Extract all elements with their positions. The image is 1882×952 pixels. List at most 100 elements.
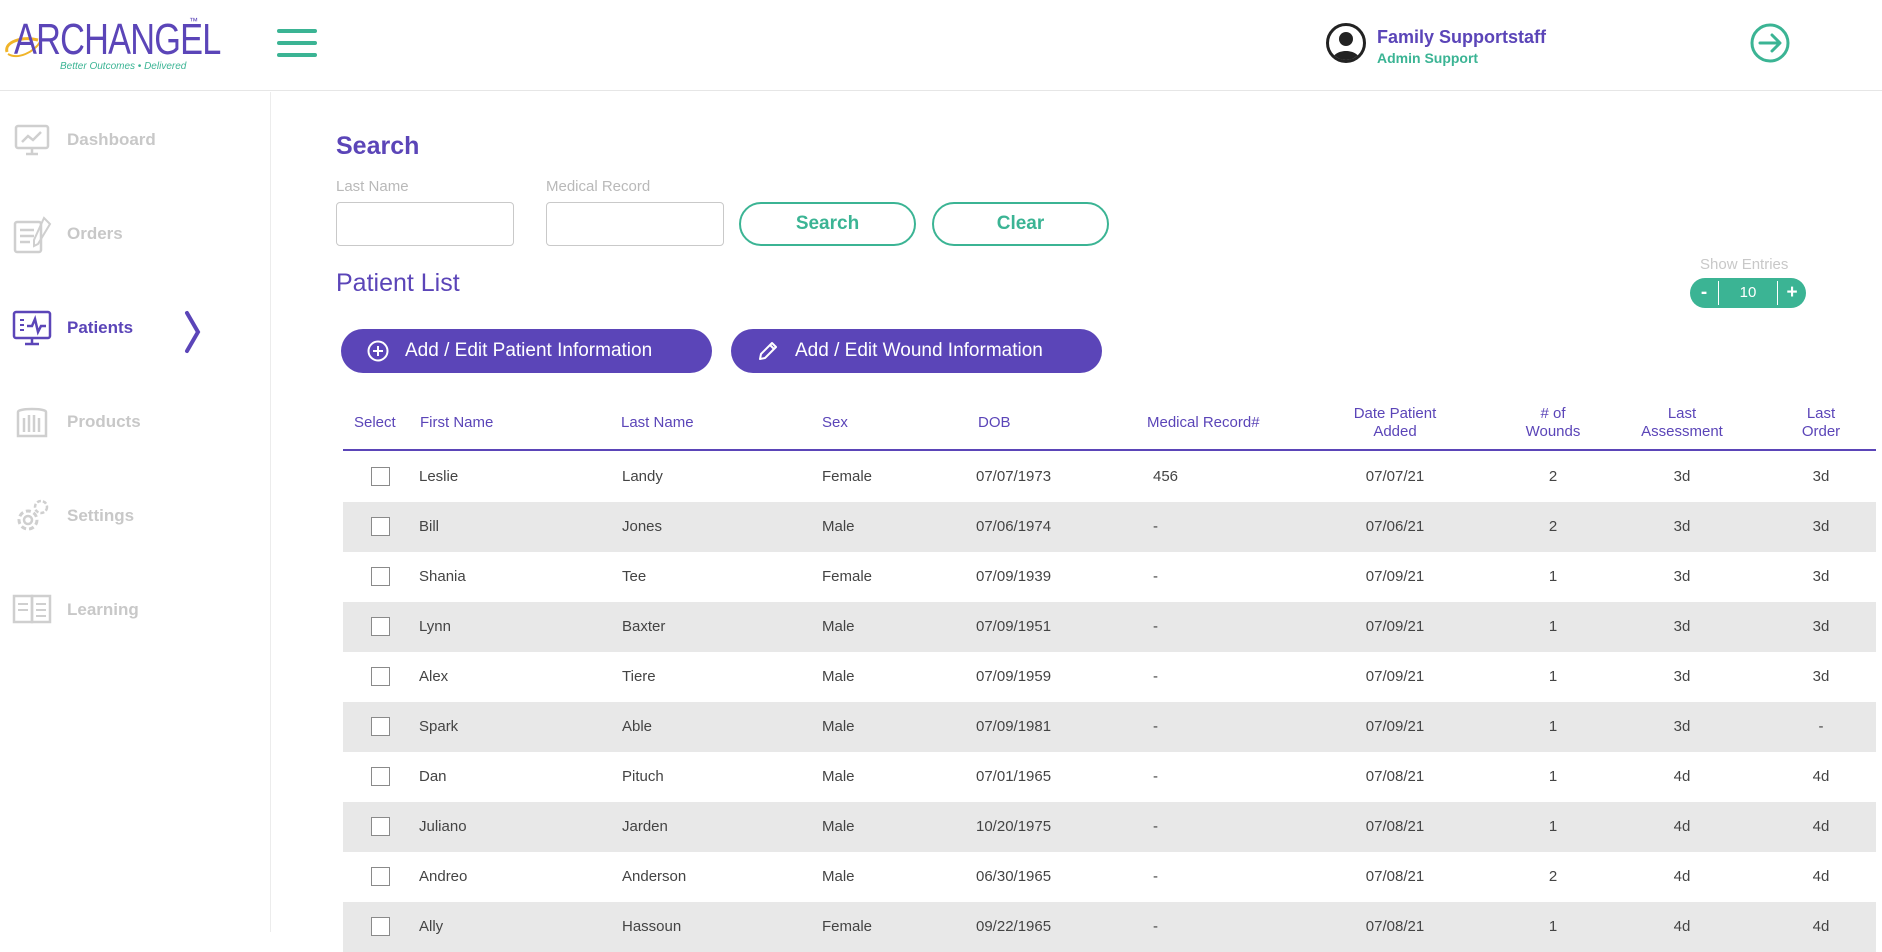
- orders-icon: [13, 216, 52, 254]
- logo-tagline: Better Outcomes • Delivered: [60, 61, 187, 72]
- entries-decrement-button[interactable]: -: [1690, 282, 1718, 304]
- sidebar-item-settings[interactable]: Settings: [0, 488, 270, 548]
- cell-dob: 06/30/1965: [976, 868, 1052, 885]
- sidebar: Dashboard Orders Patients Products Setti…: [0, 92, 271, 932]
- cell-last-assessment: 4d: [1673, 768, 1691, 785]
- row-select-checkbox[interactable]: [371, 567, 390, 586]
- cell-last-order: 4d: [1812, 818, 1830, 835]
- top-header: ARCHANGEL ™ Better Outcomes • Delivered …: [0, 0, 1882, 91]
- cell-sex: Male: [822, 868, 855, 885]
- sidebar-item-orders[interactable]: Orders: [0, 206, 270, 266]
- table-row[interactable]: Juliano Jarden Male 10/20/1975 - 07/08/2…: [343, 802, 1876, 852]
- sidebar-item-products[interactable]: Products: [0, 394, 270, 454]
- entries-value[interactable]: 10: [1718, 281, 1778, 305]
- cell-medical-record: -: [1153, 918, 1158, 935]
- row-select-checkbox[interactable]: [371, 767, 390, 786]
- row-select-checkbox[interactable]: [371, 817, 390, 836]
- cell-medical-record: -: [1153, 618, 1158, 635]
- cell-medical-record: 456: [1153, 468, 1179, 485]
- cell-wounds: 1: [1548, 718, 1558, 735]
- column-header-first-name[interactable]: First Name: [420, 396, 493, 449]
- user-avatar-icon: [1326, 23, 1366, 63]
- table-row[interactable]: Lynn Baxter Male 07/09/1951 - 07/09/21 1…: [343, 602, 1876, 652]
- cell-last-name: Anderson: [622, 868, 687, 885]
- column-header-date-added[interactable]: Date Patient Added: [1330, 396, 1460, 449]
- cell-date-added: 07/09/21: [1365, 618, 1425, 635]
- row-select-checkbox[interactable]: [371, 467, 390, 486]
- column-header-line: Assessment: [1641, 422, 1723, 440]
- table-row[interactable]: Bill Jones Male 07/06/1974 - 07/06/21 2 …: [343, 502, 1876, 552]
- hamburger-bar: [277, 41, 317, 45]
- table-row[interactable]: Dan Pituch Male 07/01/1965 - 07/08/21 1 …: [343, 752, 1876, 802]
- medical-record-input[interactable]: [546, 202, 724, 246]
- add-edit-patient-button[interactable]: Add / Edit Patient Information: [341, 329, 712, 373]
- cell-wounds: 1: [1548, 568, 1558, 585]
- sidebar-item-label: Learning: [67, 600, 139, 619]
- entries-stepper: - 10 +: [1690, 278, 1806, 308]
- pencil-icon: [759, 342, 777, 360]
- cell-first-name: Andreo: [419, 868, 468, 885]
- cell-first-name: Juliano: [419, 818, 467, 835]
- sidebar-item-label: Patients: [67, 318, 134, 337]
- cell-date-added: 07/08/21: [1365, 868, 1425, 885]
- table-row[interactable]: Spark Able Male 07/09/1981 - 07/09/21 1 …: [343, 702, 1876, 752]
- row-select-checkbox[interactable]: [371, 917, 390, 936]
- cell-sex: Female: [822, 918, 873, 935]
- column-header-dob[interactable]: DOB: [978, 396, 1011, 449]
- cell-last-name: Tee: [622, 568, 647, 585]
- hamburger-menu-button[interactable]: [277, 29, 317, 59]
- cell-last-assessment: 3d: [1673, 718, 1691, 735]
- cell-last-assessment: 3d: [1673, 668, 1691, 685]
- user-name: Family Supportstaff: [1377, 27, 1547, 47]
- cell-dob: 07/09/1939: [976, 568, 1052, 585]
- column-header-line: Wounds: [1525, 422, 1581, 440]
- column-header-last-assessment[interactable]: Last Assessment: [1627, 396, 1737, 449]
- table-row[interactable]: Andreo Anderson Male 06/30/1965 - 07/08/…: [343, 852, 1876, 902]
- cell-dob: 09/22/1965: [976, 918, 1052, 935]
- user-role: Admin Support: [1377, 50, 1479, 66]
- search-button[interactable]: Search: [739, 202, 916, 246]
- cell-medical-record: -: [1153, 868, 1158, 885]
- column-header-sex[interactable]: Sex: [822, 396, 848, 449]
- cell-sex: Male: [822, 718, 855, 735]
- cell-wounds: 1: [1548, 668, 1558, 685]
- cell-last-order: 3d: [1812, 468, 1830, 485]
- column-header-medical-record[interactable]: Medical Record#: [1147, 396, 1260, 449]
- cell-medical-record: -: [1153, 718, 1158, 735]
- table-row[interactable]: Shania Tee Female 07/09/1939 - 07/09/21 …: [343, 552, 1876, 602]
- sidebar-item-dashboard[interactable]: Dashboard: [0, 112, 270, 172]
- column-header-last-order[interactable]: Last Order: [1776, 396, 1866, 449]
- cell-last-order: 4d: [1812, 868, 1830, 885]
- cell-last-name: Landy: [622, 468, 663, 485]
- sidebar-item-label: Orders: [67, 224, 123, 243]
- cell-dob: 07/09/1959: [976, 668, 1052, 685]
- logout-icon[interactable]: [1750, 23, 1790, 63]
- row-select-checkbox[interactable]: [371, 667, 390, 686]
- row-select-checkbox[interactable]: [371, 867, 390, 886]
- table-row[interactable]: Leslie Landy Female 07/07/1973 456 07/07…: [343, 452, 1876, 502]
- table-row[interactable]: Alex Tiere Male 07/09/1959 - 07/09/21 1 …: [343, 652, 1876, 702]
- cell-wounds: 1: [1548, 618, 1558, 635]
- cell-date-added: 07/09/21: [1365, 568, 1425, 585]
- cell-last-order: 3d: [1812, 668, 1830, 685]
- cell-last-assessment: 3d: [1673, 468, 1691, 485]
- row-select-checkbox[interactable]: [371, 717, 390, 736]
- cell-sex: Male: [822, 518, 855, 535]
- cell-date-added: 07/09/21: [1365, 668, 1425, 685]
- column-header-last-name[interactable]: Last Name: [621, 396, 694, 449]
- archangel-logo[interactable]: ARCHANGEL ™ Better Outcomes • Delivered: [4, 14, 221, 76]
- last-name-label: Last Name: [336, 178, 409, 195]
- sidebar-item-patients[interactable]: Patients: [0, 300, 270, 360]
- column-header-wounds[interactable]: # of Wounds: [1508, 396, 1598, 449]
- clear-button[interactable]: Clear: [932, 202, 1109, 246]
- sidebar-item-learning[interactable]: Learning: [0, 582, 270, 642]
- cell-last-assessment: 3d: [1673, 518, 1691, 535]
- column-header-line: Added: [1373, 422, 1417, 440]
- entries-increment-button[interactable]: +: [1778, 282, 1806, 304]
- table-row[interactable]: Ally Hassoun Female 09/22/1965 - 07/08/2…: [343, 902, 1876, 952]
- cell-wounds: 2: [1548, 868, 1558, 885]
- add-edit-wound-button[interactable]: Add / Edit Wound Information: [731, 329, 1102, 373]
- row-select-checkbox[interactable]: [371, 617, 390, 636]
- last-name-input[interactable]: [336, 202, 514, 246]
- row-select-checkbox[interactable]: [371, 517, 390, 536]
